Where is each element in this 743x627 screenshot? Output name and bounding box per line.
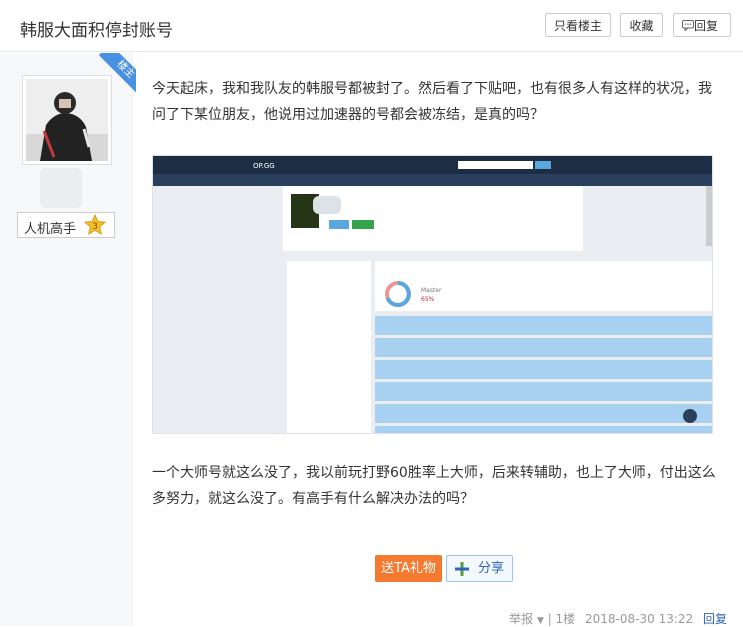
screenshot-win-rate: 65% [421, 296, 435, 303]
post-paragraph-2: 一个大师号就这么没了，我以前玩打野60胜率上大师，后来转辅助，也上了大师，付出这… [152, 465, 716, 507]
post-screenshot[interactable]: OP.GG Master 65% [152, 155, 713, 434]
level-star-icon: 3 [84, 214, 106, 236]
favorite-button[interactable]: 收藏 [620, 13, 663, 37]
avatar[interactable] [22, 75, 112, 165]
report-link[interactable]: 举报 [509, 612, 533, 626]
post-paragraph-1: 今天起床，我和我队友的韩服号都被封了。然后看了下贴吧，也有很多人有这样的状况，我… [152, 81, 712, 123]
screenshot-site-name: OP.GG [253, 162, 275, 170]
plus-icon [455, 562, 469, 576]
thread-title: 韩服大面积停封账号 [20, 21, 173, 41]
level-number: 3 [92, 222, 98, 232]
divider: | [547, 612, 556, 626]
footer-reply-link[interactable]: 回复 [703, 612, 727, 626]
level-title: 人机高手 [24, 222, 77, 237]
comment-icon [682, 20, 694, 31]
screenshot-tier: Master [421, 287, 442, 294]
share-button-label: 分享 [478, 561, 505, 576]
gift-button[interactable]: 送TA礼物 [375, 555, 442, 582]
reply-button[interactable]: 回复 [673, 13, 731, 37]
only-op-button[interactable]: 只看楼主 [545, 13, 611, 37]
post-footer: 举报 ▼ | 1楼 2018-08-30 13:22 回复 [509, 610, 727, 627]
share-button[interactable]: 分享 [446, 555, 513, 582]
reply-button-label: 回复 [694, 19, 719, 33]
floor-number: 1楼 [555, 612, 576, 626]
username-blurred [40, 168, 82, 208]
thread-header: 韩服大面积停封账号 只看楼主 收藏 回复 [0, 0, 743, 52]
avatar-image [26, 79, 108, 161]
post-timestamp: 2018-08-30 13:22 [585, 612, 694, 626]
chevron-down-icon: ▼ [536, 616, 544, 626]
level-badge[interactable]: 人机高手 3 [17, 212, 115, 238]
